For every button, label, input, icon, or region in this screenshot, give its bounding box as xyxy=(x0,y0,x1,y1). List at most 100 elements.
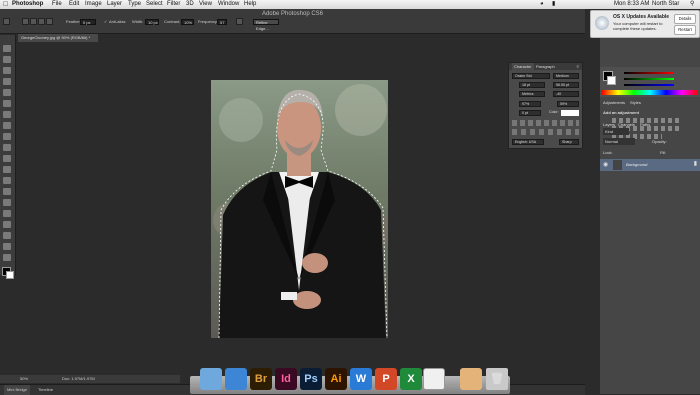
menu-help[interactable]: Help xyxy=(244,0,256,9)
spotlight-icon[interactable]: ⚲ xyxy=(690,0,694,9)
canvas-photo[interactable] xyxy=(211,80,388,338)
menu-3d[interactable]: 3D xyxy=(186,0,194,9)
zoom-level[interactable]: 50% xyxy=(20,375,28,383)
menu-file[interactable]: File xyxy=(52,0,62,9)
menu-photoshop[interactable]: Photoshop xyxy=(12,0,43,9)
subtract-selection-icon[interactable] xyxy=(38,18,45,25)
restart-button[interactable]: Restart xyxy=(674,25,696,35)
layer-name[interactable]: Background xyxy=(626,159,647,171)
blur-tool-icon[interactable] xyxy=(3,177,11,184)
antialias-select[interactable]: Sharp xyxy=(559,139,579,145)
blue-slider[interactable] xyxy=(624,84,674,86)
antialias-checkbox[interactable]: ✓ xyxy=(104,19,107,24)
panel-menu-icon[interactable]: ≡ xyxy=(577,63,579,70)
lasso-tool-button-icon[interactable] xyxy=(3,67,11,74)
tab-adjustments[interactable]: Adjustments xyxy=(603,99,625,106)
user-name[interactable]: North Star xyxy=(652,0,679,9)
shape-tool-icon[interactable] xyxy=(3,232,11,239)
crop-tool-icon[interactable] xyxy=(3,89,11,96)
lasso-tool-icon[interactable] xyxy=(3,18,10,25)
brush-tool-icon[interactable] xyxy=(3,122,11,129)
indesign-app-icon[interactable]: Id xyxy=(275,368,297,390)
contrast-field[interactable]: 10% xyxy=(181,19,194,25)
word-app-icon[interactable]: W xyxy=(350,368,372,390)
quick-select-tool-icon[interactable] xyxy=(3,78,11,85)
type-tool-icon[interactable] xyxy=(3,210,11,217)
feather-field[interactable]: 0 px xyxy=(80,19,96,25)
stamp-tool-icon[interactable] xyxy=(3,133,11,140)
tablet-pressure-icon[interactable] xyxy=(236,18,243,25)
opentype-buttons[interactable] xyxy=(512,129,579,135)
eraser-tool-icon[interactable] xyxy=(3,155,11,162)
marquee-tool-icon[interactable] xyxy=(3,56,11,63)
bridge-app-icon[interactable]: Br xyxy=(250,368,272,390)
width-field[interactable]: 10 px xyxy=(145,19,159,25)
wifi-icon[interactable]: ◕ xyxy=(540,0,544,9)
details-button[interactable]: Details xyxy=(674,14,696,24)
frequency-field[interactable]: 57 xyxy=(217,19,227,25)
tab-paragraph[interactable]: Paragraph xyxy=(536,63,555,70)
layer-row-background[interactable]: ◉ Background ▮ xyxy=(600,159,700,171)
font-family-select[interactable]: Orator Std xyxy=(512,73,550,79)
spectrum-bar[interactable] xyxy=(602,90,698,95)
menu-layer[interactable]: Layer xyxy=(107,0,122,9)
tab-channels[interactable]: Channels xyxy=(618,121,635,128)
trash-icon[interactable]: 🗑 xyxy=(486,368,508,390)
vertical-scale-field[interactable]: 97% xyxy=(519,101,541,107)
apple-icon[interactable]:  xyxy=(3,0,8,9)
eyedropper-tool-icon[interactable] xyxy=(3,100,11,107)
tab-layers[interactable]: Layers xyxy=(603,121,615,128)
menu-image[interactable]: Image xyxy=(85,0,102,9)
path-select-tool-icon[interactable] xyxy=(3,221,11,228)
menu-filter[interactable]: Filter xyxy=(167,0,180,9)
green-slider[interactable] xyxy=(624,78,674,80)
language-select[interactable]: English: USA xyxy=(512,139,544,145)
healing-tool-icon[interactable] xyxy=(3,111,11,118)
visibility-eye-icon[interactable]: ◉ xyxy=(603,161,608,168)
gradient-tool-icon[interactable] xyxy=(3,166,11,173)
menu-window[interactable]: Window xyxy=(218,0,239,9)
update-notification[interactable]: OS X Updates Available Your computer wil… xyxy=(590,10,700,38)
new-selection-icon[interactable] xyxy=(22,18,29,25)
battery-icon[interactable]: ▮ xyxy=(552,0,555,9)
hand-tool-icon[interactable] xyxy=(3,243,11,250)
font-size-field[interactable]: 18 pt xyxy=(519,82,545,88)
tab-character[interactable]: Character xyxy=(512,63,534,70)
menu-type[interactable]: Type xyxy=(128,0,141,9)
red-slider[interactable] xyxy=(624,72,674,74)
add-selection-icon[interactable] xyxy=(30,18,37,25)
photoshop-app-icon[interactable]: Ps xyxy=(300,368,322,390)
photo-stack-icon[interactable] xyxy=(460,368,482,390)
clock[interactable]: Mon 8:33 AM xyxy=(614,0,649,9)
baseline-shift-field[interactable]: 0 pt xyxy=(519,110,541,116)
leading-field[interactable]: 56.55 pt xyxy=(553,82,579,88)
blend-mode-select[interactable]: Normal xyxy=(603,138,635,145)
history-brush-tool-icon[interactable] xyxy=(3,144,11,151)
tracking-field[interactable]: -40 xyxy=(553,91,579,97)
preview-app-icon[interactable] xyxy=(423,368,445,390)
text-style-buttons[interactable] xyxy=(512,120,579,126)
move-tool-icon[interactable] xyxy=(3,45,11,52)
illustrator-app-icon[interactable]: Ai xyxy=(325,368,347,390)
layer-kind-filter[interactable]: Kind xyxy=(603,128,629,135)
safari-app-icon[interactable] xyxy=(225,368,247,390)
tab-paths[interactable]: Paths xyxy=(640,121,650,128)
zoom-tool-icon[interactable] xyxy=(3,254,11,261)
menu-select[interactable]: Select xyxy=(146,0,163,9)
bg-color[interactable] xyxy=(607,76,616,85)
background-color-swatch[interactable] xyxy=(6,271,14,279)
horizontal-scale-field[interactable]: 59% xyxy=(557,101,579,107)
pen-tool-icon[interactable] xyxy=(3,199,11,206)
document-tab[interactable]: GeorgeClooney.jpg @ 50% (RGB/8#) * xyxy=(18,34,98,42)
refine-edge-button[interactable]: Refine Edge... xyxy=(253,19,279,31)
menu-view[interactable]: View xyxy=(199,0,212,9)
finder-app-icon[interactable] xyxy=(200,368,222,390)
tab-styles[interactable]: Styles xyxy=(630,99,641,106)
excel-app-icon[interactable]: X xyxy=(400,368,422,390)
powerpoint-app-icon[interactable]: P xyxy=(375,368,397,390)
menu-edit[interactable]: Edit xyxy=(69,0,79,9)
intersect-selection-icon[interactable] xyxy=(46,18,53,25)
dodge-tool-icon[interactable] xyxy=(3,188,11,195)
font-style-select[interactable]: Medium xyxy=(553,73,579,79)
text-color-swatch[interactable] xyxy=(561,110,579,116)
